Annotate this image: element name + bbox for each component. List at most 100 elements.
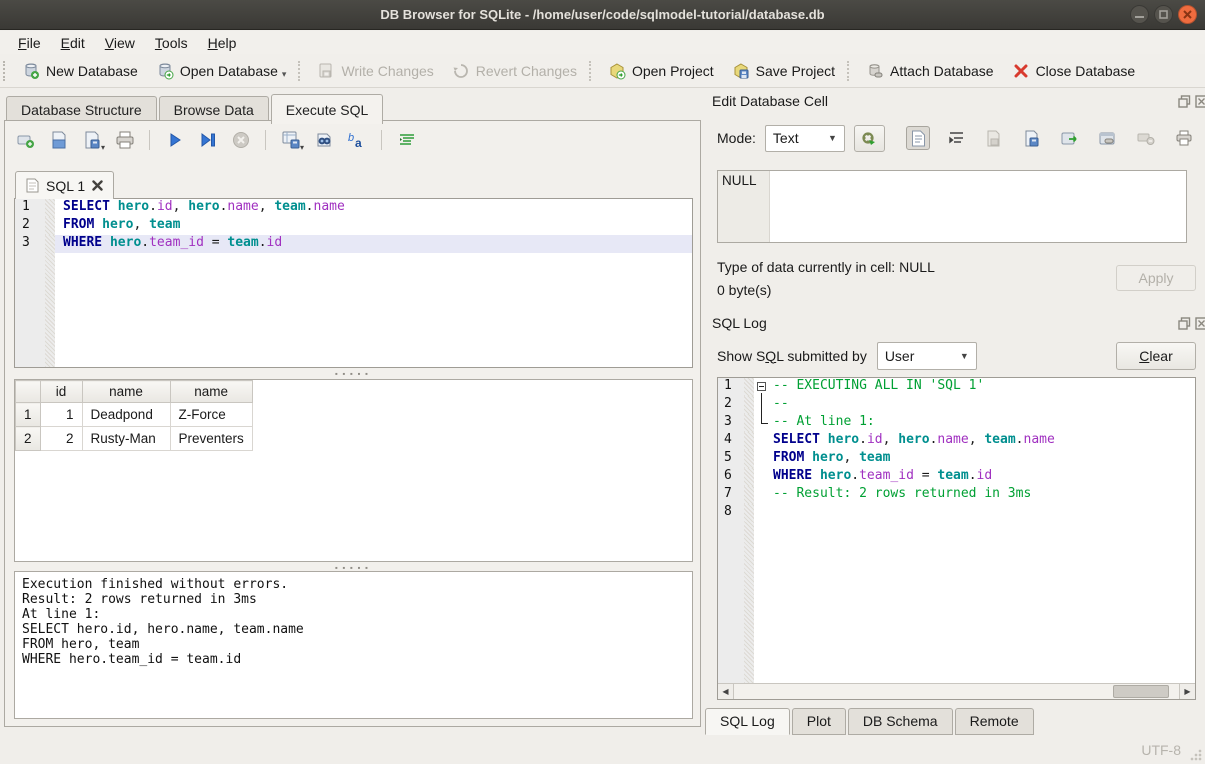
close-icon[interactable] bbox=[1195, 95, 1205, 108]
column-header-id[interactable]: id bbox=[40, 381, 82, 403]
tab-execute-sql[interactable]: Execute SQL bbox=[271, 94, 384, 124]
open-project-label: Open Project bbox=[632, 63, 714, 79]
save-file-icon[interactable] bbox=[1020, 126, 1044, 150]
code-text: SELECT hero.id, hero.name, team.name bbox=[55, 199, 692, 217]
cell-team-name[interactable]: Z-Force bbox=[170, 403, 252, 427]
submitted-by-select[interactable]: User ▼ bbox=[877, 342, 977, 370]
close-database-button[interactable]: Close Database bbox=[1003, 58, 1145, 84]
log-line: 5 FROM hero, team bbox=[718, 450, 1195, 468]
tab-sql-log[interactable]: SQL Log bbox=[705, 708, 790, 735]
float-icon[interactable] bbox=[1178, 95, 1191, 108]
save-project-button[interactable]: Save Project bbox=[723, 58, 844, 84]
mode-select[interactable]: Text ▼ bbox=[765, 125, 845, 152]
save-sql-file-icon[interactable]: ▾ bbox=[81, 129, 103, 151]
revert-changes-button[interactable]: Revert Changes bbox=[443, 58, 586, 84]
apply-auto-button[interactable] bbox=[854, 125, 885, 152]
close-icon[interactable] bbox=[92, 178, 103, 194]
column-header-name2[interactable]: name bbox=[170, 381, 252, 403]
auto-complete-icon[interactable]: ba bbox=[346, 129, 368, 151]
new-database-label: New Database bbox=[46, 63, 138, 79]
apply-button[interactable]: Apply bbox=[1116, 265, 1196, 291]
line-number: 7 bbox=[718, 486, 744, 504]
open-file-icon[interactable] bbox=[982, 126, 1006, 150]
sql-editor-tab[interactable]: SQL 1 bbox=[15, 171, 114, 199]
gutter bbox=[718, 522, 744, 683]
clear-button[interactable]: Clear bbox=[1116, 342, 1196, 370]
chevron-down-icon[interactable]: ▾ bbox=[101, 143, 105, 152]
menu-tools[interactable]: Tools bbox=[145, 33, 198, 53]
write-changes-button[interactable]: Write Changes bbox=[308, 58, 442, 84]
sql-editor[interactable]: 1 SELECT hero.id, hero.name, team.name 2… bbox=[14, 198, 693, 368]
word-wrap-icon[interactable] bbox=[944, 126, 968, 150]
tab-plot[interactable]: Plot bbox=[792, 708, 846, 735]
corner-header[interactable] bbox=[16, 381, 41, 403]
chevron-down-icon: ▼ bbox=[828, 133, 837, 143]
maximize-icon[interactable] bbox=[1154, 5, 1173, 24]
cell-editor[interactable]: NULL bbox=[717, 170, 1187, 243]
cell-editor-area[interactable] bbox=[770, 171, 1186, 242]
code-text: -- At line 1: bbox=[771, 414, 1195, 432]
word-wrap-icon[interactable] bbox=[396, 129, 418, 151]
fold-spacer bbox=[754, 504, 771, 522]
close-icon[interactable] bbox=[1178, 5, 1197, 24]
cell-id[interactable]: 2 bbox=[40, 427, 82, 451]
dock-buttons bbox=[1178, 95, 1205, 108]
execute-all-icon[interactable] bbox=[164, 129, 186, 151]
sql-log-view[interactable]: 1 -- EXECUTING ALL IN 'SQL 1' 2 -- 3 -- … bbox=[717, 377, 1196, 700]
fold-marker-collapse[interactable] bbox=[754, 378, 771, 396]
encoding-indicator[interactable]: UTF-8 bbox=[1141, 742, 1181, 758]
table-row[interactable]: 1 1 Deadpond Z-Force bbox=[16, 403, 253, 427]
horizontal-scrollbar[interactable]: ◀ ▶ bbox=[718, 683, 1195, 699]
menu-edit[interactable]: Edit bbox=[51, 33, 95, 53]
open-tab-icon[interactable] bbox=[15, 129, 37, 151]
open-database-button[interactable]: Open Database ▾ bbox=[147, 58, 296, 84]
resize-grip[interactable] bbox=[1190, 749, 1202, 761]
attach-database-button[interactable]: Attach Database bbox=[857, 58, 1003, 84]
set-null-icon[interactable] bbox=[1134, 126, 1158, 150]
menu-help[interactable]: Help bbox=[198, 33, 247, 53]
cell-hero-name[interactable]: Deadpond bbox=[82, 403, 170, 427]
print-icon[interactable] bbox=[114, 129, 136, 151]
open-project-button[interactable]: Open Project bbox=[599, 58, 723, 84]
menu-view[interactable]: View bbox=[95, 33, 145, 53]
close-database-icon bbox=[1012, 62, 1030, 80]
close-database-label: Close Database bbox=[1036, 63, 1136, 79]
chevron-down-icon[interactable]: ▾ bbox=[300, 143, 304, 152]
splitter-handle[interactable]: ■ ■ ■ ■ ■ bbox=[5, 564, 700, 571]
open-external-icon[interactable] bbox=[1096, 126, 1120, 150]
scroll-right-icon[interactable]: ▶ bbox=[1179, 684, 1195, 699]
splitter-handle[interactable]: ■ ■ ■ ■ ■ bbox=[5, 370, 700, 377]
close-icon[interactable] bbox=[1195, 317, 1205, 330]
column-header-name[interactable]: name bbox=[82, 381, 170, 403]
new-database-button[interactable]: New Database bbox=[13, 58, 147, 84]
scroll-left-icon[interactable]: ◀ bbox=[718, 684, 734, 699]
print-icon[interactable] bbox=[1172, 126, 1196, 150]
dock-tab-bar: SQL Log Plot DB Schema Remote bbox=[705, 708, 1036, 735]
menu-file[interactable]: File bbox=[8, 33, 51, 53]
minimize-icon[interactable] bbox=[1130, 5, 1149, 24]
fold-margin bbox=[744, 504, 754, 522]
table-row[interactable]: 2 2 Rusty-Man Preventers bbox=[16, 427, 253, 451]
cell-type-info: Type of data currently in cell: NULL bbox=[717, 259, 935, 275]
stop-icon[interactable] bbox=[230, 129, 252, 151]
chevron-down-icon[interactable]: ▾ bbox=[282, 69, 287, 80]
sql-log-dock-title: SQL Log bbox=[712, 315, 767, 331]
save-results-icon[interactable]: ▾ bbox=[280, 129, 302, 151]
find-replace-icon[interactable] bbox=[313, 129, 335, 151]
cell-id[interactable]: 1 bbox=[40, 403, 82, 427]
tab-db-schema[interactable]: DB Schema bbox=[848, 708, 953, 735]
float-icon[interactable] bbox=[1178, 317, 1191, 330]
sql-editor-toolbar: ▾ ▾ ba bbox=[15, 129, 418, 151]
scrollbar-thumb[interactable] bbox=[1113, 685, 1169, 698]
open-sql-file-icon[interactable] bbox=[48, 129, 70, 151]
tab-remote[interactable]: Remote bbox=[955, 708, 1034, 735]
text-view-icon[interactable] bbox=[906, 126, 930, 150]
cell-editor-toolbar bbox=[906, 126, 1196, 150]
export-icon[interactable] bbox=[1058, 126, 1082, 150]
toolbar-grip[interactable] bbox=[3, 61, 10, 81]
fold-margin bbox=[45, 235, 55, 253]
execute-current-line-icon[interactable] bbox=[197, 129, 219, 151]
cell-hero-name[interactable]: Rusty-Man bbox=[82, 427, 170, 451]
cell-team-name[interactable]: Preventers bbox=[170, 427, 252, 451]
new-database-icon bbox=[22, 62, 40, 80]
